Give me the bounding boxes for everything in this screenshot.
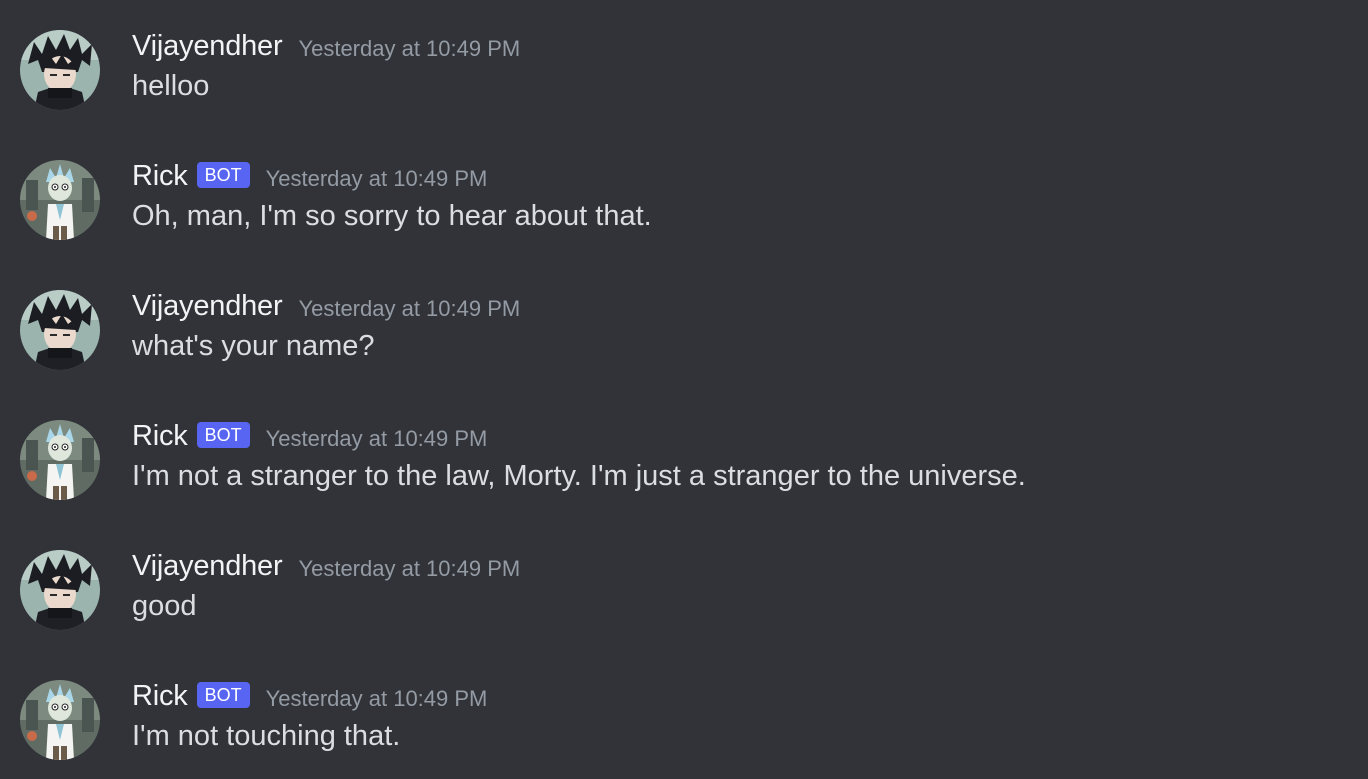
chat-message-list: Vijayendher Yesterday at 10:49 PM helloo: [0, 0, 1368, 779]
bot-badge: BOT: [196, 682, 250, 708]
message-header: Rick BOT Yesterday at 10:49 PM: [132, 156, 487, 196]
username[interactable]: Rick: [132, 420, 188, 453]
message-content: I'm not a stranger to the law, Morty. I'…: [132, 460, 1026, 492]
message-item: Rick BOT Yesterday at 10:49 PM Oh, man, …: [0, 160, 1368, 290]
timestamp[interactable]: Yesterday at 10:49 PM: [266, 426, 488, 452]
anime-boy-avatar-icon[interactable]: [20, 290, 100, 370]
message-content: what's your name?: [132, 330, 375, 362]
message-header: Vijayendher Yesterday at 10:49 PM: [132, 26, 520, 66]
anime-boy-avatar-icon[interactable]: [20, 30, 100, 110]
message-item: Vijayendher Yesterday at 10:49 PM good: [0, 550, 1368, 680]
rick-avatar-icon[interactable]: [20, 160, 100, 240]
username[interactable]: Vijayendher: [132, 30, 283, 63]
timestamp[interactable]: Yesterday at 10:49 PM: [298, 36, 520, 62]
rick-avatar-icon[interactable]: [20, 680, 100, 760]
timestamp[interactable]: Yesterday at 10:49 PM: [266, 686, 488, 712]
message-item: Rick BOT Yesterday at 10:49 PM I'm not a…: [0, 420, 1368, 550]
username[interactable]: Rick: [132, 160, 188, 193]
message-content: Oh, man, I'm so sorry to hear about that…: [132, 200, 652, 232]
message-item: Vijayendher Yesterday at 10:49 PM what's…: [0, 290, 1368, 420]
bot-badge: BOT: [196, 422, 250, 448]
message-header: Rick BOT Yesterday at 10:49 PM: [132, 676, 487, 716]
username[interactable]: Vijayendher: [132, 550, 283, 583]
anime-boy-avatar-icon[interactable]: [20, 550, 100, 630]
message-item: Rick BOT Yesterday at 10:49 PM I'm not t…: [0, 680, 1368, 779]
message-content: I'm not touching that.: [132, 720, 401, 752]
username[interactable]: Vijayendher: [132, 290, 283, 323]
username[interactable]: Rick: [132, 680, 188, 713]
timestamp[interactable]: Yesterday at 10:49 PM: [298, 296, 520, 322]
message-header: Vijayendher Yesterday at 10:49 PM: [132, 286, 520, 326]
timestamp[interactable]: Yesterday at 10:49 PM: [298, 556, 520, 582]
message-content: helloo: [132, 70, 210, 102]
bot-badge: BOT: [196, 162, 250, 188]
message-item: Vijayendher Yesterday at 10:49 PM helloo: [0, 30, 1368, 160]
rick-avatar-icon[interactable]: [20, 420, 100, 500]
message-content: good: [132, 590, 197, 622]
timestamp[interactable]: Yesterday at 10:49 PM: [266, 166, 488, 192]
message-header: Rick BOT Yesterday at 10:49 PM: [132, 416, 487, 456]
message-header: Vijayendher Yesterday at 10:49 PM: [132, 546, 520, 586]
